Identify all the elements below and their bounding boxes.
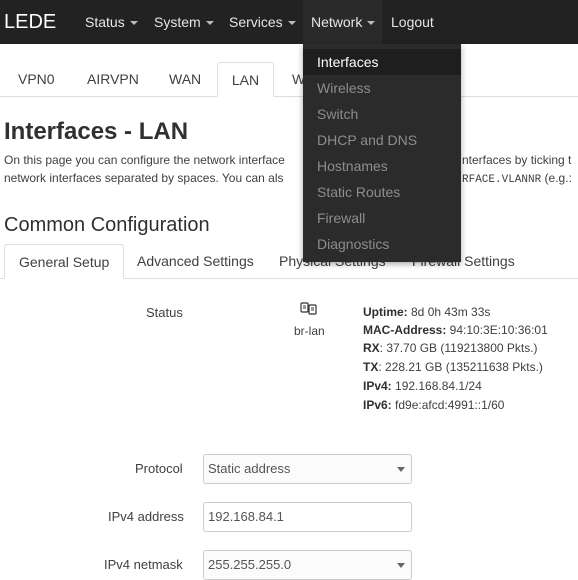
network-dropdown-menu: Interfaces Wireless Switch DHCP and DNS … [303,44,461,262]
ipv4-netmask-selected-value: 255.255.255.0 [208,557,292,572]
status-uptime: Uptime: 8d 0h 43m 33s [363,304,490,320]
network-bridge-icon [300,302,317,315]
nav-menu-system-label: System [154,14,201,30]
description-line-2-tail: (e.g.: [541,171,572,185]
nav-menu-system[interactable]: System [154,0,214,44]
status-key: IPv6: [363,398,392,412]
chevron-down-icon [367,21,376,26]
menu-item-firewall[interactable]: Firewall [303,205,461,231]
menu-item-interfaces[interactable]: Interfaces [303,49,461,75]
status-ipv4: IPv4: 192.168.84.1/24 [363,378,482,394]
ipv4-address-label: IPv4 address [108,509,184,524]
menu-item-wireless[interactable]: Wireless [303,75,461,101]
top-navbar: LEDE Status System Services Network Logo… [0,0,578,44]
status-value: 192.168.84.1/24 [391,379,482,393]
nav-menu-services-label: Services [229,14,283,30]
status-rx: RX: 37.70 GB (119213800 Pkts.) [363,340,538,356]
status-value: : 37.70 GB (119213800 Pkts.) [379,341,538,355]
ipv4-address-input[interactable]: 192.168.84.1 [203,502,412,532]
status-value: : 228.21 GB (135211638 Pkts.) [378,360,543,374]
status-key: IPv4: [363,379,392,393]
status-key: RX [363,341,380,355]
chevron-down-icon [129,21,138,26]
tab-general-setup[interactable]: General Setup [4,244,125,279]
logout-link[interactable]: Logout [391,0,434,44]
menu-item-diagnostics[interactable]: Diagnostics [303,231,461,257]
tab-vpn0[interactable]: VPN0 [18,62,55,96]
tab-lan[interactable]: LAN [217,62,274,97]
protocol-select[interactable]: Static address [203,454,412,484]
interface-name: br-lan [294,324,325,338]
chevron-down-icon [205,21,214,26]
chevron-down-icon [287,21,296,26]
nav-menu-network[interactable]: Network [303,0,382,44]
menu-item-switch[interactable]: Switch [303,101,461,127]
status-value: 8d 0h 43m 33s [407,305,491,319]
description-line-1-right: nterfaces by ticking t [462,153,572,167]
status-label: Status [146,305,183,320]
description-line-2-right: RFACE.VLANNR (e.g.: [462,169,572,189]
description-line-2: network interfaces separated by spaces. … [4,171,284,185]
status-ipv6: IPv6: fd9e:afcd:4991::1/60 [363,397,504,413]
status-key: Uptime: [363,305,408,319]
chevron-down-icon [397,563,405,568]
nav-menu-status[interactable]: Status [85,0,138,44]
interface-tabs: VPN0 AIRVPN WAN LAN W [0,62,578,97]
status-value: 94:10:3E:10:36:01 [446,323,548,337]
protocol-selected-value: Static address [208,461,291,476]
tab-advanced-settings[interactable]: Advanced Settings [137,244,254,278]
tab-wan[interactable]: WAN [169,62,201,96]
status-mac-address: MAC-Address: 94:10:3E:10:36:01 [363,322,548,338]
tab-airvpn[interactable]: AIRVPN [87,62,139,96]
status-value: fd9e:afcd:4991::1/60 [391,398,505,412]
nav-menu-status-label: Status [85,14,125,30]
ipv4-netmask-label: IPv4 netmask [104,557,183,572]
protocol-label: Protocol [135,461,183,476]
section-title: Common Configuration [4,214,210,236]
status-key: MAC-Address: [363,323,447,337]
status-tx: TX: 228.21 GB (135211638 Pkts.) [363,359,543,375]
chevron-down-icon [397,467,405,472]
menu-item-dhcp-dns[interactable]: DHCP and DNS [303,127,461,153]
brand-logo[interactable]: LEDE [4,10,56,34]
config-tabs: General Setup Advanced Settings Physical… [0,244,578,279]
nav-menu-network-label: Network [311,14,363,30]
nav-menu-services[interactable]: Services [229,0,296,44]
page-title: Interfaces - LAN [4,118,189,145]
ipv4-netmask-select[interactable]: 255.255.255.0 [203,550,412,580]
code-snippet: RFACE.VLANNR [462,174,542,186]
description-line-1: On this page you can configure the netwo… [4,153,285,167]
menu-item-static-routes[interactable]: Static Routes [303,179,461,205]
ipv4-address-value: 192.168.84.1 [208,509,284,524]
status-key: TX [363,360,379,374]
menu-item-hostnames[interactable]: Hostnames [303,153,461,179]
